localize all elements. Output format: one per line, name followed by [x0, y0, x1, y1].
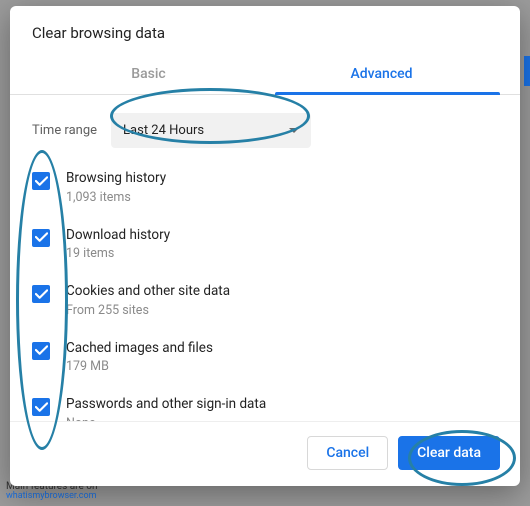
check-icon: [35, 345, 48, 356]
tab-basic[interactable]: Basic: [32, 56, 265, 94]
tab-advanced[interactable]: Advanced: [265, 56, 498, 94]
dialog-body: Time range Last 24 Hours Browsing histor…: [10, 95, 520, 421]
option-title: Passwords and other sign-in data: [66, 396, 266, 414]
clear-browsing-data-dialog: Clear browsing data Basic Advanced Time …: [10, 6, 520, 486]
checkbox[interactable]: [32, 342, 50, 360]
option-title: Cached images and files: [66, 340, 213, 358]
time-range-value: Last 24 Hours: [123, 123, 204, 138]
time-range-label: Time range: [32, 123, 97, 138]
option-subtitle: 1,093 items: [66, 190, 166, 205]
dialog-title: Clear browsing data: [10, 6, 520, 56]
checkbox[interactable]: [32, 172, 50, 190]
option-row: Passwords and other sign-in data None: [32, 396, 504, 421]
option-row: Cached images and files179 MB: [32, 340, 504, 375]
time-range-select[interactable]: Last 24 Hours: [111, 113, 311, 148]
tab-bar: Basic Advanced: [10, 56, 520, 95]
check-icon: [35, 402, 48, 413]
option-row: Download history19 items: [32, 227, 504, 262]
bg-site-link[interactable]: whatismybrowser.com: [6, 492, 97, 502]
option-subtitle: 179 MB: [66, 359, 213, 374]
option-subtitle: 19 items: [66, 246, 170, 261]
chevron-down-icon: [289, 128, 299, 133]
checkbox[interactable]: [32, 285, 50, 303]
option-title: Browsing history: [66, 170, 166, 188]
option-title: Cookies and other site data: [66, 283, 230, 301]
clear-data-button[interactable]: Clear data: [398, 436, 500, 470]
option-row: Cookies and other site data From 255 site…: [32, 283, 504, 318]
option-subtitle: None: [66, 416, 266, 421]
check-icon: [35, 232, 48, 243]
checkbox[interactable]: [32, 229, 50, 247]
option-subtitle: From 255 sites: [66, 303, 230, 318]
option-row: Browsing history 1,093 items: [32, 170, 504, 205]
check-icon: [35, 176, 48, 187]
dialog-footer: Cancel Clear data: [10, 421, 520, 486]
check-icon: [35, 289, 48, 300]
option-title: Download history: [66, 227, 170, 245]
checkbox[interactable]: [32, 398, 50, 416]
cancel-button[interactable]: Cancel: [307, 436, 388, 470]
